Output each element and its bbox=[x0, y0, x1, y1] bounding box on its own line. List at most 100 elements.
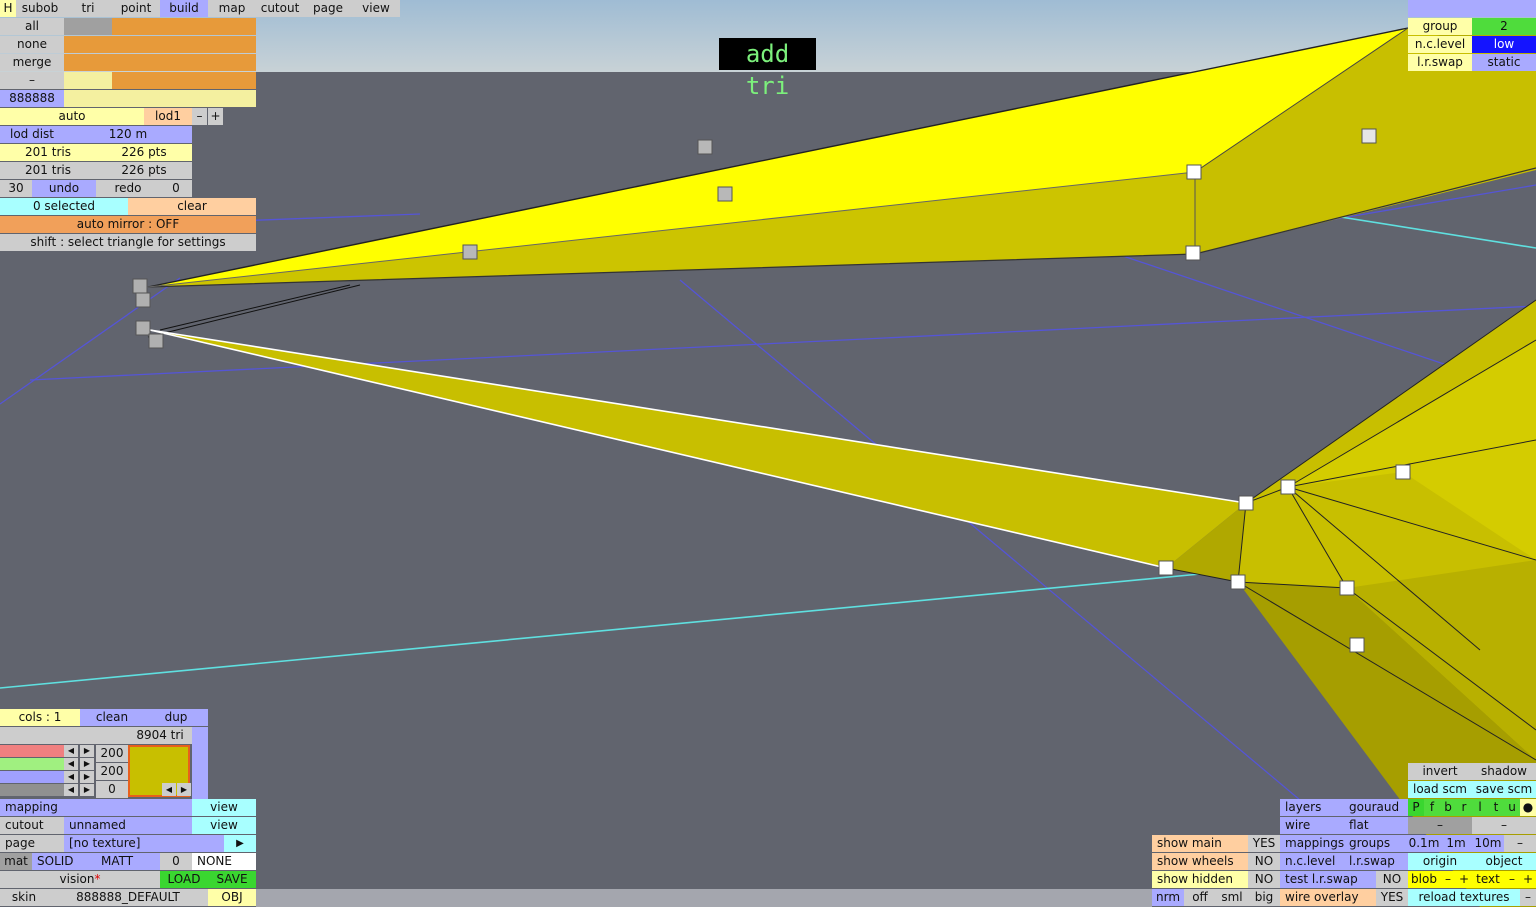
origin-button[interactable]: origin bbox=[1408, 853, 1472, 870]
scale-minus-button[interactable]: – bbox=[1504, 835, 1536, 852]
viewport-3d[interactable] bbox=[0, 0, 1536, 907]
reload-textures-button[interactable]: reload textures bbox=[1408, 889, 1520, 906]
menu-build[interactable]: build bbox=[160, 0, 208, 17]
green-slider[interactable] bbox=[0, 758, 64, 770]
flag-dot-icon[interactable]: ● bbox=[1520, 799, 1536, 816]
nclevel-view-button[interactable]: n.c.level bbox=[1280, 853, 1344, 870]
flag-u-toggle[interactable]: u bbox=[1504, 799, 1520, 816]
show-hidden-toggle[interactable]: NO bbox=[1248, 871, 1280, 888]
wire-button[interactable]: wire bbox=[1280, 817, 1344, 834]
menu-view[interactable]: view bbox=[352, 0, 400, 17]
menu-h[interactable]: H bbox=[0, 0, 16, 17]
flag-r-toggle[interactable]: r bbox=[1456, 799, 1472, 816]
group-value[interactable]: 2 bbox=[1472, 18, 1536, 35]
obj-button[interactable]: OBJ bbox=[208, 889, 256, 906]
lod1-button[interactable]: lod1 bbox=[144, 108, 192, 125]
flag-p-toggle[interactable]: P bbox=[1408, 799, 1424, 816]
gouraud-button[interactable]: gouraud bbox=[1344, 799, 1408, 816]
lod-decrement-button[interactable]: – bbox=[192, 108, 207, 125]
lrswap-view-button[interactable]: l.r.swap bbox=[1344, 853, 1408, 870]
blue-right-arrow[interactable]: ▶ bbox=[80, 771, 94, 783]
vision-button[interactable]: vision* bbox=[0, 871, 160, 888]
redo-button[interactable]: redo bbox=[96, 180, 160, 197]
shadow-button[interactable]: shadow bbox=[1472, 763, 1536, 780]
green-right-arrow[interactable]: ▶ bbox=[80, 758, 94, 770]
menu-map[interactable]: map bbox=[208, 0, 256, 17]
menu-tri[interactable]: tri bbox=[64, 0, 112, 17]
blob-minus-button[interactable]: – bbox=[1440, 871, 1456, 888]
red-left-arrow[interactable]: ◀ bbox=[64, 745, 78, 757]
color-cell[interactable] bbox=[208, 36, 256, 53]
show-main-toggle[interactable]: YES bbox=[1248, 835, 1280, 852]
color-cell[interactable] bbox=[160, 72, 208, 89]
color-cell[interactable] bbox=[64, 54, 112, 71]
color-cell[interactable] bbox=[112, 36, 160, 53]
flag-l-toggle[interactable]: l bbox=[1472, 799, 1488, 816]
mat-solid-button[interactable]: SOLID bbox=[32, 853, 96, 870]
wire-overlay-toggle[interactable]: YES bbox=[1376, 889, 1408, 906]
color-cell[interactable] bbox=[160, 36, 208, 53]
mapping-field[interactable] bbox=[64, 799, 192, 816]
red-right-arrow[interactable]: ▶ bbox=[80, 745, 94, 757]
sml-button[interactable]: sml bbox=[1216, 889, 1248, 906]
flag-b-toggle[interactable]: b bbox=[1440, 799, 1456, 816]
groups-button[interactable]: groups bbox=[1344, 835, 1408, 852]
lod-dist-value[interactable]: 120 m bbox=[64, 126, 192, 143]
minus-button[interactable]: – bbox=[0, 72, 64, 89]
green-left-arrow[interactable]: ◀ bbox=[64, 758, 78, 770]
reload-minus-button[interactable]: – bbox=[1520, 889, 1536, 906]
mappings-button[interactable]: mappings bbox=[1280, 835, 1344, 852]
lod-auto-button[interactable]: auto bbox=[0, 108, 144, 125]
mat-none-field[interactable]: NONE bbox=[192, 853, 256, 870]
alpha-right-arrow[interactable]: ▶ bbox=[80, 784, 94, 796]
select-all-button[interactable]: all bbox=[0, 18, 64, 35]
color-cell[interactable] bbox=[64, 36, 112, 53]
color-cell[interactable] bbox=[208, 54, 256, 71]
lrswap-value[interactable]: static bbox=[1472, 54, 1536, 71]
wire-overlay-button[interactable]: wire overlay bbox=[1280, 889, 1376, 906]
color-cell[interactable] bbox=[112, 72, 160, 89]
dash-button-2[interactable]: – bbox=[1472, 817, 1536, 834]
page-next-arrow-icon[interactable]: ▶ bbox=[224, 835, 256, 852]
merge-button[interactable]: merge bbox=[0, 54, 64, 71]
scale-10m-button[interactable]: 10m bbox=[1472, 835, 1504, 852]
lod-increment-button[interactable]: + bbox=[208, 108, 223, 125]
off-button[interactable]: off bbox=[1184, 889, 1216, 906]
flat-button[interactable]: flat bbox=[1344, 817, 1408, 834]
color-cell[interactable] bbox=[208, 72, 256, 89]
page-field[interactable]: [no texture] bbox=[64, 835, 224, 852]
layers-button[interactable]: layers bbox=[1280, 799, 1344, 816]
swatch-right-arrow[interactable]: ▶ bbox=[177, 783, 191, 796]
cutout-view-button[interactable]: view bbox=[192, 817, 256, 834]
color-cell[interactable] bbox=[64, 72, 112, 89]
red-slider[interactable] bbox=[0, 745, 64, 757]
color-cell[interactable] bbox=[160, 54, 208, 71]
scale-01m-button[interactable]: 0.1m bbox=[1408, 835, 1440, 852]
alpha-slider[interactable] bbox=[0, 784, 64, 796]
nclevel-value[interactable]: low bbox=[1472, 36, 1536, 53]
invert-button[interactable]: invert bbox=[1408, 763, 1472, 780]
cutout-field[interactable]: unnamed bbox=[64, 817, 192, 834]
text-plus-button[interactable]: + bbox=[1520, 871, 1536, 888]
blue-slider[interactable] bbox=[0, 771, 64, 783]
clear-selection-button[interactable]: clear bbox=[128, 198, 256, 215]
dash-button-1[interactable]: – bbox=[1408, 817, 1472, 834]
swatch-left-arrow[interactable]: ◀ bbox=[162, 783, 176, 796]
mat-matt-button[interactable]: MATT bbox=[96, 853, 160, 870]
auto-mirror-toggle[interactable]: auto mirror : OFF bbox=[0, 216, 256, 233]
mapping-view-button[interactable]: view bbox=[192, 799, 256, 816]
menu-page[interactable]: page bbox=[304, 0, 352, 17]
nrm-button[interactable]: nrm bbox=[1152, 889, 1184, 906]
object-button[interactable]: object bbox=[1472, 853, 1536, 870]
select-none-button[interactable]: none bbox=[0, 36, 64, 53]
color-code-field[interactable]: 888888 bbox=[0, 90, 64, 107]
blue-left-arrow[interactable]: ◀ bbox=[64, 771, 78, 783]
flag-t-toggle[interactable]: t bbox=[1488, 799, 1504, 816]
material-scrollbar[interactable] bbox=[192, 727, 208, 799]
text-minus-button[interactable]: – bbox=[1504, 871, 1520, 888]
big-button[interactable]: big bbox=[1248, 889, 1280, 906]
save-button[interactable]: SAVE bbox=[208, 871, 256, 888]
test-lrswap-toggle[interactable]: NO bbox=[1376, 871, 1408, 888]
menu-cutout[interactable]: cutout bbox=[256, 0, 304, 17]
scale-1m-button[interactable]: 1m bbox=[1440, 835, 1472, 852]
